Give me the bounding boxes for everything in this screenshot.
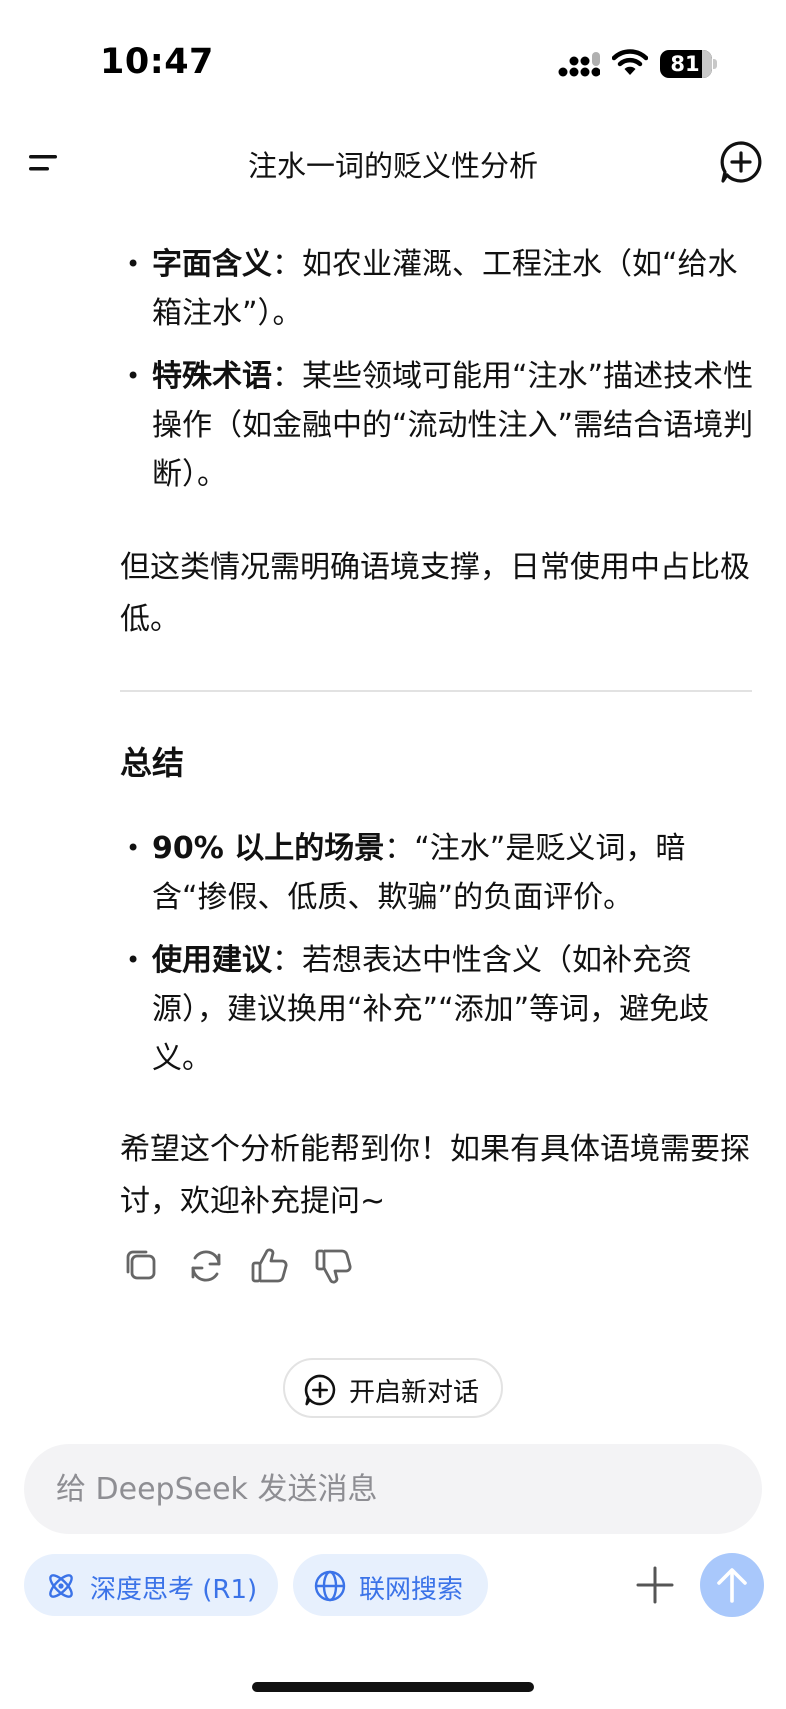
new-chat-icon[interactable] (718, 139, 764, 185)
web-search-toggle[interactable]: 联网搜索 (293, 1554, 488, 1616)
send-button[interactable] (700, 1553, 764, 1617)
message-input[interactable] (24, 1444, 762, 1534)
divider (120, 690, 752, 692)
bullet-term: 特殊术语 (152, 359, 272, 394)
bullet-term: 字面含义 (152, 247, 272, 282)
regenerate-icon[interactable] (184, 1244, 228, 1288)
plus-icon[interactable] (632, 1562, 678, 1608)
paragraph: 但这类情况需明确语境支撑，日常使用中占比极低。 (120, 550, 750, 637)
signal-icon (558, 52, 600, 77)
battery-percent: 81 (670, 52, 700, 76)
page-title: 注水一词的贬义性分析 (247, 149, 538, 183)
home-indicator (252, 1682, 534, 1692)
thumbs-up-icon[interactable] (248, 1244, 292, 1288)
new-chat-label: 开启新对话 (349, 1378, 480, 1408)
copy-icon[interactable] (120, 1244, 164, 1288)
nav-bar: 注水一词的贬义性分析 (0, 125, 786, 201)
bullet-term: 90% 以上的场景 (152, 831, 385, 866)
thumbs-down-icon[interactable] (312, 1244, 356, 1288)
status-time: 10:47 (100, 42, 214, 82)
bullet-term: 使用建议 (152, 943, 272, 978)
arrow-up-icon (717, 1568, 747, 1603)
new-chat-button[interactable]: 开启新对话 (283, 1358, 503, 1418)
list-item: 特殊术语：某些领域可能用“注水”描述技术性操作（如金融中的“流动性注入”需结合语… (120, 352, 756, 499)
list-item: 使用建议：若想表达中性含义（如补充资源），建议换用“补充”“添加”等词，避免歧义… (120, 936, 756, 1083)
web-search-label: 联网搜索 (359, 1575, 464, 1605)
new-chat-icon (304, 1374, 336, 1406)
status-bar: 10:47 81 (0, 0, 786, 120)
list-item: 字面含义：如农业灌溉、工程注水（如“给水箱注水”）。 (120, 240, 756, 338)
bullet-list: 字面含义：如农业灌溉、工程注水（如“给水箱注水”）。 特殊术语：某些领域可能用“… (120, 240, 756, 513)
deep-think-toggle[interactable]: 深度思考 (R1) (24, 1554, 278, 1616)
battery-indicator: 81 (660, 50, 717, 78)
closing-paragraph: 希望这个分析能帮到你！如果有具体语境需要探讨，欢迎补充提问~ (120, 1132, 750, 1219)
section-heading: 总结 (120, 744, 185, 782)
globe-icon (314, 1570, 346, 1602)
atom-icon (49, 1574, 73, 1598)
wifi-icon (612, 49, 648, 75)
list-item: 90% 以上的场景：“注水”是贬义词，暗含“掺假、低质、欺骗”的负面评价。 (120, 824, 756, 922)
message-input-container (24, 1444, 762, 1534)
summary-list: 90% 以上的场景：“注水”是贬义词，暗含“掺假、低质、欺骗”的负面评价。 使用… (120, 824, 756, 1097)
deep-think-label: 深度思考 (R1) (90, 1575, 258, 1605)
